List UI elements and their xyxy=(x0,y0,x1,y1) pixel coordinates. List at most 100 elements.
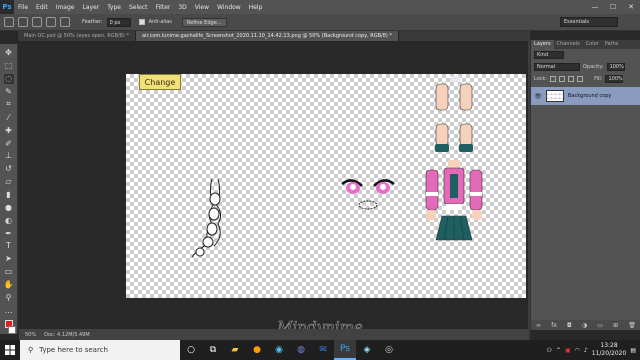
menu-filter[interactable]: Filter xyxy=(152,4,175,11)
fill-input[interactable]: 100% xyxy=(605,75,624,83)
workspace-select[interactable]: Essentials xyxy=(560,17,618,27)
task-view-icon[interactable]: ⧉ xyxy=(202,340,224,360)
crop-tool-icon[interactable]: ⌗ xyxy=(4,99,14,109)
delete-layer-icon[interactable]: 🗑 xyxy=(628,322,636,329)
gradient-tool-icon[interactable]: ▮ xyxy=(4,190,14,200)
blur-tool-icon[interactable]: ● xyxy=(4,202,14,212)
maximize-button[interactable]: ☐ xyxy=(604,0,622,14)
menu-layer[interactable]: Layer xyxy=(78,4,103,11)
menu-view[interactable]: View xyxy=(191,4,213,11)
people-icon[interactable]: ⚇ xyxy=(547,347,552,354)
menu-type[interactable]: Type xyxy=(103,4,125,11)
tab-channels[interactable]: Channels xyxy=(554,40,583,49)
antivirus-icon[interactable]: ▣ xyxy=(565,347,571,354)
volume-icon[interactable]: ♪ xyxy=(584,347,588,354)
cortana-icon[interactable]: ○ xyxy=(180,340,202,360)
visibility-eye-icon[interactable]: 👁 xyxy=(534,92,542,100)
notification-icon[interactable]: ▤ xyxy=(630,347,636,354)
menu-bar: Ps File Edit Image Layer Type Select Fil… xyxy=(0,0,640,14)
menu-image[interactable]: Image xyxy=(52,4,79,11)
feather-label: Feather: xyxy=(82,19,103,25)
eyes-sprite xyxy=(341,179,395,210)
new-layer-icon[interactable]: ⊞ xyxy=(613,322,618,329)
minimize-button[interactable]: — xyxy=(586,0,604,14)
lock-all-icon[interactable] xyxy=(577,76,584,82)
wifi-icon[interactable]: ◠ xyxy=(575,347,580,354)
lock-pixels-icon[interactable] xyxy=(559,76,566,82)
layer-row[interactable]: 👁 Background copy xyxy=(531,87,640,105)
menu-window[interactable]: Window xyxy=(213,4,245,11)
panel-tabs: Layers Channels Color Paths xyxy=(531,40,640,49)
brush-tool-icon[interactable]: ✐ xyxy=(4,138,14,148)
adjustment-layer-icon[interactable]: ◑ xyxy=(582,322,587,329)
eraser-tool-icon[interactable]: ▱ xyxy=(4,177,14,187)
layers-panel-footer: ∞ fx ◘ ◑ ▭ ⊞ 🗑 xyxy=(531,320,640,330)
clock-time: 13:28 xyxy=(600,342,618,349)
menu-3d[interactable]: 3D xyxy=(174,4,190,11)
paint-icon[interactable]: ◈ xyxy=(356,340,378,360)
obs-icon[interactable]: ◎ xyxy=(378,340,400,360)
tab-main-oc[interactable]: Main OC.psd @ 50% (eyes open, RGB/8) * xyxy=(18,31,136,41)
clock[interactable]: 13:28 11/20/2020 xyxy=(592,342,627,358)
move-tool-icon[interactable]: ✥ xyxy=(4,48,14,58)
mail-icon[interactable]: ✉ xyxy=(312,340,334,360)
discord-icon[interactable]: ◍ xyxy=(290,340,312,360)
layer-name[interactable]: Background copy xyxy=(568,93,611,99)
lock-transparency-icon[interactable] xyxy=(550,76,557,82)
clone-stamp-tool-icon[interactable]: ⊥ xyxy=(4,151,14,161)
menu-file[interactable]: File xyxy=(14,4,32,11)
document-canvas[interactable] xyxy=(126,74,526,298)
healing-tool-icon[interactable]: ✚ xyxy=(4,125,14,135)
lasso-tool-preset-icon[interactable] xyxy=(4,17,14,27)
system-tray: ⚇ ⌃ ▣ ◠ ♪ 13:28 11/20/2020 ▤ xyxy=(547,340,636,360)
hand-tool-icon[interactable]: ✋ xyxy=(4,280,14,290)
zoom-level[interactable]: 50% xyxy=(25,332,36,338)
antialias-checkbox[interactable] xyxy=(138,19,145,25)
feather-input[interactable]: 0 px xyxy=(106,17,131,27)
firefox-icon[interactable]: ● xyxy=(246,340,268,360)
shape-tool-icon[interactable]: ▭ xyxy=(4,267,14,277)
layer-style-icon[interactable]: fx xyxy=(551,322,557,329)
path-selection-tool-icon[interactable]: ➤ xyxy=(4,254,14,264)
add-mask-icon[interactable]: ◘ xyxy=(567,322,572,329)
taskbar-search[interactable]: ⚲ Type here to search xyxy=(20,340,180,360)
eyedropper-tool-icon[interactable]: ⁄ xyxy=(4,112,14,122)
more-tools-icon[interactable]: … xyxy=(4,305,14,315)
blend-mode-select[interactable]: Normal xyxy=(534,63,580,71)
photoshop-taskbar-icon[interactable]: Ps xyxy=(334,340,356,360)
tab-color[interactable]: Color xyxy=(583,40,602,49)
dodge-tool-icon[interactable]: ◐ xyxy=(4,215,14,225)
tab-screenshot[interactable]: air.com.lunime.gachalife_Screenshot_2020… xyxy=(135,31,399,41)
background-color-swatch[interactable] xyxy=(7,326,16,335)
menu-help[interactable]: Help xyxy=(245,4,267,11)
zoom-tool-icon[interactable]: ⚲ xyxy=(4,292,14,302)
lasso-tool-icon[interactable]: ◌ xyxy=(3,73,14,84)
intersect-selection-icon[interactable] xyxy=(60,17,70,27)
layers-panel: Layers Channels Color Paths Kind Normal … xyxy=(530,40,640,330)
refine-edge-button[interactable]: Refine Edge... xyxy=(181,17,227,27)
new-group-icon[interactable]: ▭ xyxy=(597,322,603,329)
start-button[interactable] xyxy=(0,340,20,360)
chrome-icon[interactable]: ◉ xyxy=(268,340,290,360)
menu-edit[interactable]: Edit xyxy=(32,4,52,11)
file-explorer-icon[interactable]: ▰ xyxy=(224,340,246,360)
close-button[interactable]: ✕ xyxy=(622,0,640,14)
tab-paths[interactable]: Paths xyxy=(602,40,622,49)
quick-select-tool-icon[interactable]: ✎ xyxy=(4,87,14,97)
add-to-selection-icon[interactable] xyxy=(32,17,42,27)
menu-select[interactable]: Select xyxy=(125,4,152,11)
lock-position-icon[interactable] xyxy=(568,76,575,82)
type-tool-icon[interactable]: T xyxy=(4,241,14,251)
kind-filter-select[interactable]: Kind xyxy=(534,51,564,59)
antialias-label: Anti-alias xyxy=(148,19,172,25)
tray-chevron-icon[interactable]: ⌃ xyxy=(556,347,561,354)
link-layers-icon[interactable]: ∞ xyxy=(536,322,541,329)
tab-layers[interactable]: Layers xyxy=(531,40,554,49)
opacity-input[interactable]: 100% xyxy=(606,63,625,71)
pen-tool-icon[interactable]: ✒ xyxy=(4,228,14,238)
filter-row: Kind xyxy=(531,49,640,61)
subtract-selection-icon[interactable] xyxy=(46,17,56,27)
marquee-tool-icon[interactable]: ⬚ xyxy=(4,61,14,71)
new-selection-icon[interactable] xyxy=(18,17,28,27)
history-brush-tool-icon[interactable]: ↺ xyxy=(4,164,14,174)
